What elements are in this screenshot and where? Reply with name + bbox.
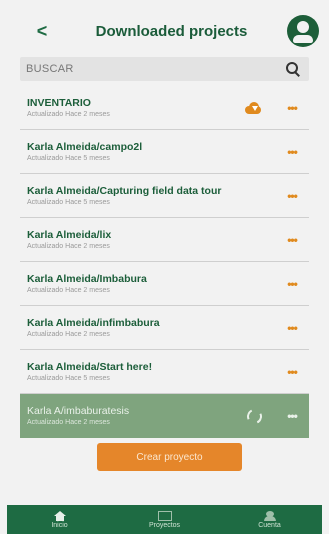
more-options-button[interactable]: ••• [279,230,305,250]
project-row[interactable]: Karla Almeida/Imbabura Actualizado Hace … [20,262,309,306]
project-updated: Actualizado Hace 5 meses [27,155,110,162]
project-updated: Actualizado Hace 2 meses [27,111,110,118]
more-options-button[interactable]: ••• [279,318,305,338]
project-updated: Actualizado Hace 2 meses [27,419,110,426]
project-updated: Actualizado Hace 2 meses [27,331,110,338]
project-updated: Actualizado Hace 2 meses [27,287,110,294]
project-updated: Actualizado Hace 2 meses [27,243,110,250]
project-row-selected[interactable]: Karla A/imbaburatesis Actualizado Hace 2… [20,394,309,438]
more-options-button[interactable]: ••• [279,142,305,162]
map-icon [157,511,172,521]
project-row[interactable]: Karla Almeida/campo2l Actualizado Hace 5… [20,130,309,174]
more-options-button[interactable]: ••• [279,98,305,118]
nav-item-home[interactable]: Inicio [7,505,112,534]
more-options-button[interactable]: ••• [279,406,305,426]
nav-label: Cuenta [258,522,281,529]
search-input[interactable] [20,62,283,76]
nav-label: Proyectos [148,522,181,529]
project-title: Karla Almeida/infimbabura [27,317,160,329]
back-chevron-icon: < [36,20,48,41]
project-row[interactable]: Karla Almeida/lix Actualizado Hace 2 mes… [20,218,309,262]
nav-item-projects[interactable]: Proyectos [112,505,217,534]
project-updated: Actualizado Hace 5 meses [27,199,110,206]
bottom-navigation: Inicio Proyectos Cuenta [7,505,322,534]
project-list: INVENTARIO Actualizado Hace 2 meses ••• … [20,86,309,438]
search-bar [20,57,309,81]
project-title: Karla Almeida/lix [27,229,112,241]
project-row[interactable]: Karla Almeida/Start here! Actualizado Ha… [20,350,309,394]
project-title: Karla Almeida/Imbabura [27,273,147,285]
project-updated: Actualizado Hace 5 meses [27,375,110,382]
nav-label: Inicio [51,522,68,529]
cloud-download-icon[interactable] [243,100,265,116]
search-icon[interactable] [283,59,303,79]
home-icon [53,511,67,521]
people-icon [263,511,277,521]
project-row[interactable]: Karla Almeida/infimbabura Actualizado Ha… [20,306,309,350]
page-title: Downloaded projects [95,22,248,40]
project-row[interactable]: INVENTARIO Actualizado Hace 2 meses ••• [20,86,309,130]
project-title: Karla Almeida/campo2l [27,141,143,153]
create-project-button[interactable]: Crear proyecto [97,443,242,471]
app-screen: < Downloaded projects INVENTARIO Actuali… [0,0,329,534]
project-title: INVENTARIO [27,97,91,109]
project-title: Karla Almeida/Start here! [27,361,153,373]
header: < Downloaded projects [8,10,321,52]
more-options-button[interactable]: ••• [279,274,305,294]
more-options-button[interactable]: ••• [279,186,305,206]
sync-icon[interactable] [244,406,265,426]
project-title: Karla A/imbaburatesis [27,405,130,417]
project-row[interactable]: Karla Almeida/Capturing field data tour … [20,174,309,218]
avatar-icon[interactable] [287,15,319,47]
back-button[interactable]: < [22,11,62,51]
project-title: Karla Almeida/Capturing field data tour [27,185,222,197]
nav-item-account[interactable]: Cuenta [217,505,322,534]
more-options-button[interactable]: ••• [279,362,305,382]
